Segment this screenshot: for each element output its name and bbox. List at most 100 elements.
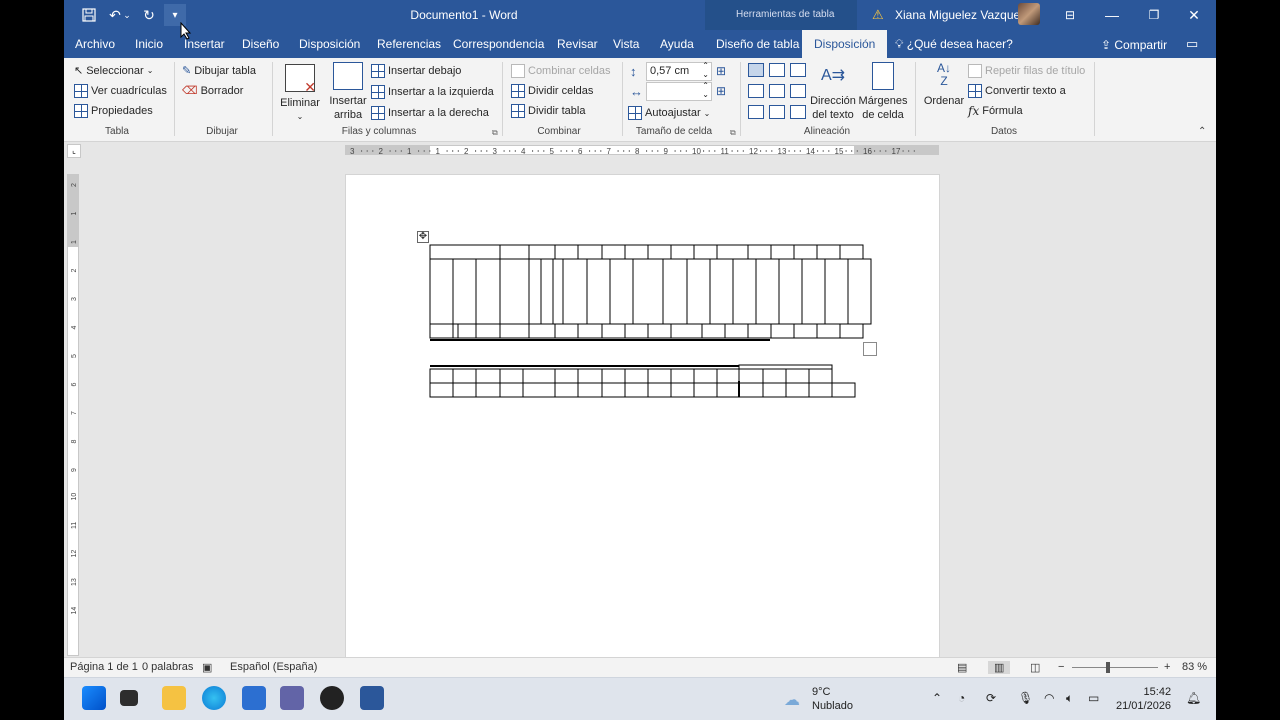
app-icon[interactable] [320, 686, 344, 710]
align-middle-right-icon[interactable] [790, 84, 806, 98]
document-tables[interactable] [346, 175, 941, 659]
zoom-in-icon[interactable]: + [1164, 661, 1170, 673]
spinner-icon[interactable]: ⌃ ⌄ [702, 61, 709, 79]
zoom-slider-track[interactable] [1072, 667, 1158, 668]
ver-cuadriculas-button[interactable]: Ver cuadrículas [74, 84, 167, 98]
ruler-tick-label: 8 [71, 440, 78, 444]
dialog-launcher-icon[interactable]: ⧉ [492, 128, 498, 138]
proofing-icon[interactable]: ▣ [202, 661, 212, 674]
print-layout-icon[interactable]: ▥ [988, 661, 1011, 674]
task-view-icon[interactable] [120, 690, 138, 706]
save-icon[interactable] [78, 4, 100, 26]
warning-icon[interactable]: ⚠ [872, 7, 884, 23]
vertical-ruler[interactable]: 211234567891011121314 [67, 174, 79, 656]
page-count[interactable]: Página 1 de 1 [70, 661, 138, 673]
chevron-up-icon[interactable]: ⌃ [932, 691, 942, 705]
autoajustar-button[interactable]: Autoajustar ⌄ [628, 106, 710, 120]
align-middle-center-icon[interactable] [769, 84, 785, 98]
tab-selector-icon[interactable]: ⌞ [67, 144, 81, 158]
web-layout-icon[interactable]: ◫ [1030, 661, 1040, 674]
column-width-input[interactable]: ⌃ ⌄ [646, 81, 712, 101]
insertar-izquierda-button[interactable]: Insertar a la izquierda [371, 85, 494, 99]
zoom-out-icon[interactable]: − [1058, 661, 1064, 673]
borrador-button[interactable]: ⌫ Borrador [182, 84, 243, 98]
start-icon[interactable] [82, 686, 106, 710]
dividir-celdas-button[interactable]: Dividir celdas [511, 84, 593, 98]
avatar[interactable] [1018, 3, 1040, 25]
align-bottom-center-icon[interactable] [769, 105, 785, 119]
store-icon[interactable] [242, 686, 266, 710]
row-height-input[interactable]: 0,57 cm ⌃ ⌄ [646, 61, 712, 81]
align-top-left-icon[interactable] [748, 63, 764, 77]
tab-diseno[interactable]: Diseño [242, 30, 279, 58]
zoom-slider-thumb[interactable] [1106, 662, 1110, 673]
share-button[interactable]: ⇪ Compartir [1101, 30, 1167, 58]
insertar-arriba-button[interactable]: Insertar arriba [328, 62, 368, 122]
seleccionar-button[interactable]: ↖ Seleccionar ⌄ [74, 64, 153, 78]
distribute-rows-icon[interactable]: ⊞ [716, 64, 726, 78]
weather-widget[interactable]: 9°C Nublado [812, 685, 853, 713]
comments-icon[interactable]: ▭ [1186, 36, 1198, 52]
tab-disposicion-table[interactable]: Disposición [802, 30, 888, 58]
undo-dropdown-icon[interactable]: ⌄ [122, 4, 132, 26]
ordenar-button[interactable]: A↓ Z Ordenar [922, 62, 966, 108]
eliminar-button[interactable]: ✕ Eliminar ⌄ [280, 64, 320, 124]
dialog-launcher-icon[interactable]: ⧉ [730, 128, 736, 138]
tab-revisar[interactable]: Revisar [557, 30, 598, 58]
notification-icon[interactable]: 🔔︎ [1186, 691, 1201, 705]
tray-app-icon[interactable]: ◔ [958, 691, 965, 705]
collapse-ribbon-icon[interactable]: ⌃ [1198, 126, 1206, 137]
margenes-celda-button[interactable]: Márgenes de celda [858, 62, 908, 122]
propiedades-button[interactable]: Propiedades [74, 104, 153, 118]
clock[interactable]: 15:42 21/01/2026 [1116, 685, 1171, 713]
ruler-margin-left [346, 146, 430, 154]
table-resize-handle[interactable] [863, 342, 877, 356]
restore-icon[interactable]: ❐ [1142, 4, 1166, 26]
tab-vista[interactable]: Vista [613, 30, 639, 58]
align-middle-left-icon[interactable] [748, 84, 764, 98]
align-top-right-icon[interactable] [790, 63, 806, 77]
dibujar-tabla-button[interactable]: ✎ Dibujar tabla [182, 64, 256, 78]
zoom-level[interactable]: 83 % [1182, 661, 1207, 673]
tab-correspondencia[interactable]: Correspondencia [453, 30, 544, 58]
align-bottom-right-icon[interactable] [790, 105, 806, 119]
formula-button[interactable]: fx Fórmula [968, 104, 1023, 118]
word-taskbar-icon[interactable] [360, 686, 384, 710]
word-count[interactable]: 0 palabras [142, 661, 193, 673]
tab-disposicion-page[interactable]: Disposición [299, 30, 360, 58]
tab-diseno-de-tabla[interactable]: Diseño de tabla [716, 30, 799, 58]
tab-inicio[interactable]: Inicio [135, 30, 163, 58]
align-top-center-icon[interactable] [769, 63, 785, 77]
table-cell [747, 244, 772, 260]
edge-icon[interactable] [202, 686, 226, 710]
redo-icon[interactable]: ↻ [138, 4, 160, 26]
horizontal-ruler[interactable]: 3 2 1 1 2 3 4 5 6 7 8 9 10 11 12 13 14 15 16 17 [345, 145, 939, 155]
distribute-columns-icon[interactable]: ⊞ [716, 84, 726, 98]
document-page[interactable]: ✥ [345, 174, 940, 658]
ribbon-display-icon[interactable]: ⊟ [1058, 4, 1082, 26]
battery-icon[interactable]: ▭ [1088, 691, 1099, 705]
teams-icon[interactable] [280, 686, 304, 710]
insertar-debajo-button[interactable]: Insertar debajo [371, 64, 461, 78]
microphone-icon[interactable]: 🎙︎ [1018, 691, 1033, 705]
spinner-icon[interactable]: ⌃ ⌄ [702, 81, 709, 99]
convertir-texto-button[interactable]: Convertir texto a [968, 84, 1066, 98]
align-bottom-left-icon[interactable] [748, 105, 764, 119]
insertar-derecha-button[interactable]: Insertar a la derecha [371, 106, 489, 120]
language[interactable]: Español (España) [230, 661, 317, 673]
tab-referencias[interactable]: Referencias [377, 30, 441, 58]
wifi-icon[interactable]: ◠ [1044, 691, 1054, 705]
close-icon[interactable]: ✕ [1182, 4, 1206, 26]
direccion-texto-button[interactable]: A⇉ Dirección del texto [808, 62, 858, 122]
user-name[interactable]: Xiana Miguelez Vazquez [895, 8, 1026, 22]
dividir-tabla-button[interactable]: Dividir tabla [511, 104, 585, 118]
volume-icon[interactable]: 🔈︎ [1066, 691, 1073, 706]
tell-me-search[interactable]: 💡︎ ¿Qué desea hacer? [895, 30, 1013, 58]
table-cell [562, 258, 588, 325]
tab-ayuda[interactable]: Ayuda [660, 30, 694, 58]
tab-archivo[interactable]: Archivo [75, 30, 115, 58]
file-explorer-icon[interactable] [162, 686, 186, 710]
sync-icon[interactable]: ⟳ [986, 691, 996, 705]
read-mode-icon[interactable]: ▤ [957, 661, 967, 674]
minimize-icon[interactable]: — [1100, 4, 1124, 26]
